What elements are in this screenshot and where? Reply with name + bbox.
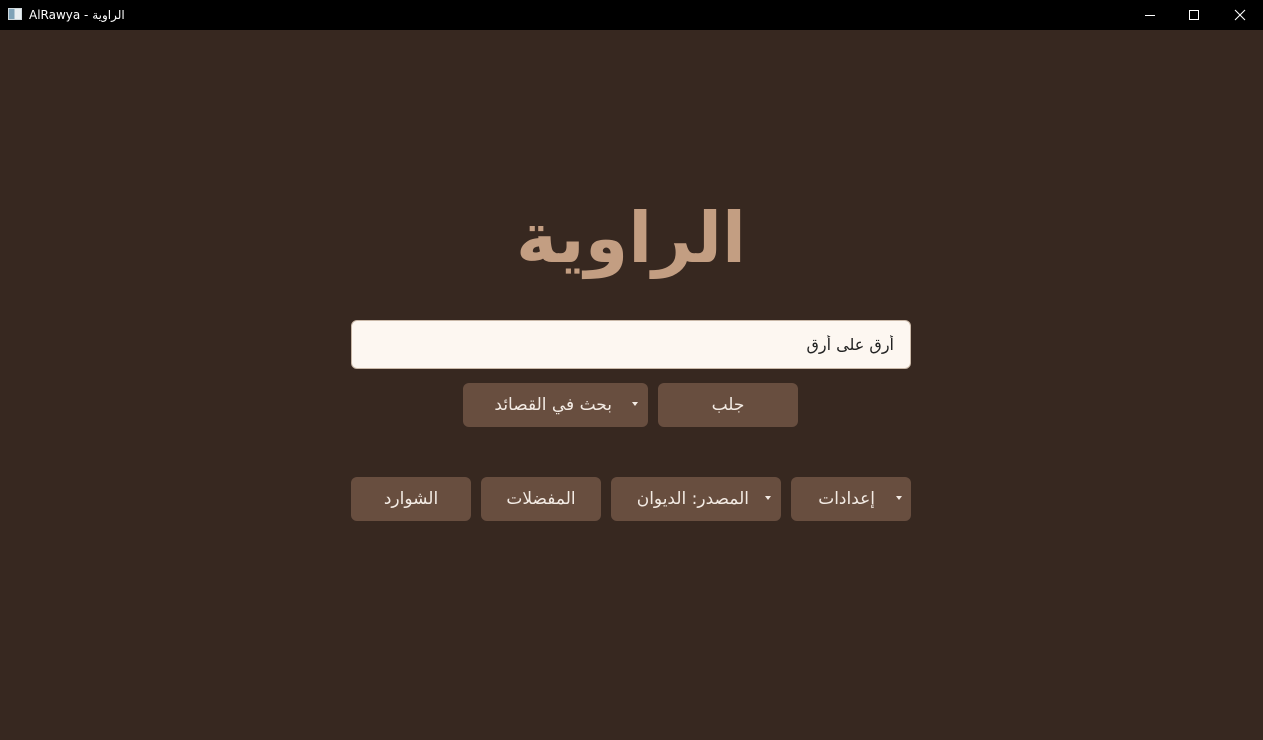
app-title: الراوية — [515, 197, 747, 279]
minimize-button[interactable] — [1127, 0, 1173, 30]
search-input[interactable] — [351, 320, 911, 369]
search-mode-dropdown[interactable]: بحث في القصائد — [463, 383, 648, 427]
maximize-icon — [1188, 9, 1199, 20]
close-button[interactable] — [1217, 0, 1263, 30]
favorites-button[interactable]: المفضلات — [481, 477, 601, 521]
fetch-button-label: جلب — [711, 395, 745, 415]
settings-dropdown[interactable]: إعدادات — [791, 477, 911, 521]
shawarid-button[interactable]: الشوارد — [351, 477, 471, 521]
app-window-icon — [8, 8, 22, 20]
search-mode-label: بحث في القصائد — [494, 395, 612, 415]
minimize-icon — [1144, 14, 1155, 16]
maximize-button[interactable] — [1171, 0, 1217, 30]
window-titlebar: AlRawya - الراوية — [0, 0, 1263, 30]
chevron-down-icon — [632, 402, 638, 406]
favorites-label: المفضلات — [506, 489, 576, 509]
source-dropdown[interactable]: المصدر: الديوان — [611, 477, 781, 521]
settings-label: إعدادات — [818, 489, 875, 509]
fetch-button[interactable]: جلب — [658, 383, 798, 427]
source-label: المصدر: الديوان — [636, 489, 749, 509]
chevron-down-icon — [765, 496, 771, 500]
shawarid-label: الشوارد — [383, 489, 439, 509]
window-title: AlRawya - الراوية — [29, 8, 125, 22]
close-icon — [1234, 9, 1246, 21]
chevron-down-icon — [896, 496, 902, 500]
